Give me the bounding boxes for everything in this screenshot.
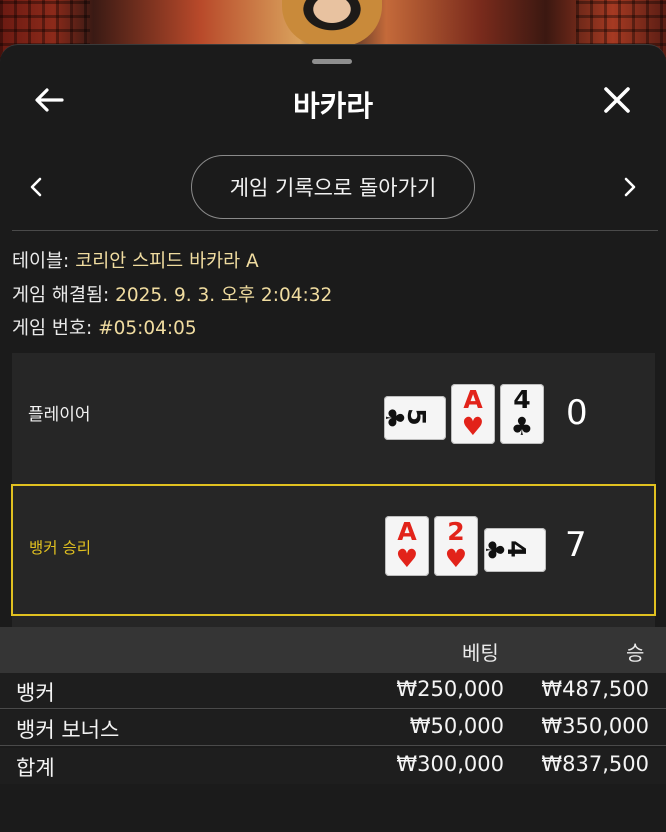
win-amount: ₩350,000 xyxy=(541,714,649,738)
club-suit-icon: ♣ xyxy=(380,406,409,430)
win-column-header: 승 xyxy=(626,641,645,665)
banker-card-3: 4 ♣ xyxy=(480,528,546,572)
card-rank: 2 xyxy=(447,517,465,546)
table-label: 테이블: xyxy=(12,251,70,272)
player-row: 플레이어 5 ♣ A ♥ 4 ♣ 0 xyxy=(12,354,655,480)
banker-card-2: 2 ♥ xyxy=(434,516,478,576)
game-number-value: #05:04:05 xyxy=(98,318,197,339)
game-number-label: 게임 번호: xyxy=(12,318,93,339)
close-icon[interactable] xyxy=(596,79,638,121)
page-title: 바카라 xyxy=(292,89,374,123)
player-card-1: 5 ♣ xyxy=(380,396,446,440)
header: 바카라 xyxy=(0,69,666,131)
player-score: 0 xyxy=(566,393,588,433)
total-label: 합계 xyxy=(16,756,55,780)
club-suit-icon: ♣ xyxy=(510,412,534,441)
dealer-video xyxy=(282,0,382,46)
banker-row: 뱅커 승리 A ♥ 2 ♥ 4 ♣ 7 xyxy=(11,484,656,616)
chevron-left-icon[interactable] xyxy=(20,171,52,203)
banker-score: 7 xyxy=(565,525,587,565)
bet-amount: ₩250,000 xyxy=(396,677,504,701)
banker-card-1: A ♥ xyxy=(385,516,429,576)
game-detail-sheet: 바카라 게임 기록으로 돌아가기 테이블: 코리안 스피드 바카라 A 게임 해… xyxy=(0,44,666,832)
bet-column-header: 베팅 xyxy=(462,641,499,665)
club-suit-icon: ♣ xyxy=(480,538,509,562)
bet-name: 뱅커 xyxy=(16,681,55,705)
player-card-3: 4 ♣ xyxy=(500,384,544,444)
resolved-info: 게임 해결됨: 2025. 9. 3. 오후 2:04:32 xyxy=(12,281,332,307)
resolved-value: 2025. 9. 3. 오후 2:04:32 xyxy=(115,285,333,306)
game-number-info: 게임 번호: #05:04:05 xyxy=(12,314,197,340)
chevron-right-icon[interactable] xyxy=(614,171,646,203)
card-rank: A xyxy=(397,517,417,546)
win-amount: ₩487,500 xyxy=(541,677,649,701)
player-card-2: A ♥ xyxy=(451,384,495,444)
banker-win-label: 뱅커 승리 xyxy=(29,539,91,557)
divider xyxy=(12,230,658,231)
total-win-amount: ₩837,500 xyxy=(541,752,649,776)
bet-amount: ₩50,000 xyxy=(409,714,504,738)
heart-suit-icon: ♥ xyxy=(395,544,419,573)
table-info: 테이블: 코리안 스피드 바카라 A xyxy=(12,247,259,273)
game-navigation: 게임 기록으로 돌아가기 xyxy=(0,155,666,219)
table-row: 뱅커 ₩250,000 ₩487,500 xyxy=(0,673,666,709)
bet-name: 뱅커 보너스 xyxy=(16,718,120,742)
table-row: 뱅커 보너스 ₩50,000 ₩350,000 xyxy=(0,710,666,746)
card-rank: 4 xyxy=(513,385,531,414)
player-label: 플레이어 xyxy=(28,405,91,425)
heart-suit-icon: ♥ xyxy=(461,412,485,441)
card-rank: A xyxy=(463,385,483,414)
total-row: 합계 ₩300,000 ₩837,500 xyxy=(0,748,666,784)
total-bet-amount: ₩300,000 xyxy=(396,752,504,776)
resolved-label: 게임 해결됨: xyxy=(12,285,110,306)
heart-suit-icon: ♥ xyxy=(444,544,468,573)
table-value: 코리안 스피드 바카라 A xyxy=(75,251,259,272)
bets-table-header: 베팅 승 xyxy=(0,627,666,673)
back-to-history-button[interactable]: 게임 기록으로 돌아가기 xyxy=(191,155,475,219)
drag-handle[interactable] xyxy=(312,59,352,64)
